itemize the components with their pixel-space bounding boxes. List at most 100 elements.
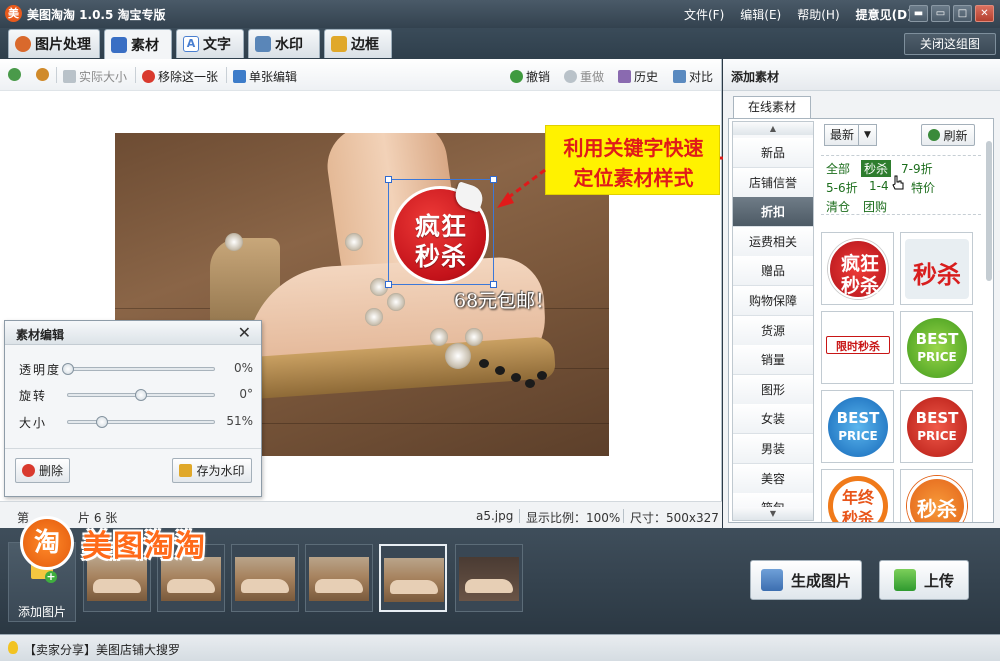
limited-time-sticker[interactable]: 限时秒杀 [821,311,894,384]
crazy-flash-sale-sticker[interactable]: 疯狂 秒杀 [821,232,894,305]
undo-button[interactable]: 撤销 [510,68,550,85]
category-item[interactable]: 美容 [733,463,813,494]
dialog-close-icon[interactable]: ✕ [238,323,251,342]
window-controls: ▬ ▭ □ ✕ [909,5,994,22]
sticker-text: PRICE [917,350,957,364]
menu-file[interactable]: 文件(F) [684,6,724,23]
category-item[interactable]: 男装 [733,434,813,464]
minimize-button[interactable]: ▭ [931,5,950,22]
menu-help[interactable]: 帮助(H) [797,6,839,23]
scrollbar-thumb[interactable] [986,141,992,281]
filter-flash-sale[interactable]: 秒杀 [861,160,892,177]
history-button[interactable]: 历史 [618,68,658,85]
tab-image-processing[interactable]: 图片处理 [8,29,100,58]
size-slider[interactable] [67,416,215,428]
zoom-in-button[interactable] [8,68,21,81]
size-slider-knob[interactable] [95,416,108,428]
thumbnail-5-selected[interactable] [379,544,447,612]
refresh-button[interactable]: 刷新 [921,124,975,146]
delete-button[interactable]: 删除 [15,458,70,483]
single-edit-label: 单张编辑 [249,70,298,84]
rotate-value: 0° [239,387,253,401]
rotate-slider-knob[interactable] [135,389,147,401]
sticker-badge: BEST PRICE [907,397,967,457]
flash-sale-orange-sticker[interactable]: 秒杀 [900,469,973,522]
tab-watermark[interactable]: 水印 [248,29,320,58]
skin-button[interactable]: ▬ [909,5,928,22]
maximize-button[interactable]: □ [953,5,972,22]
flash-sale-sticker[interactable]: 秒杀 [900,232,973,305]
best-price-red-sticker[interactable]: BEST PRICE [900,390,973,463]
save-watermark-button[interactable]: 存为水印 [172,458,252,483]
shoe-jewel [387,293,405,311]
category-item[interactable]: 赠品 [733,256,813,287]
title-bar: 美 美图淘淘 1.0.5 淘宝专版 文件(F) 编辑(E) 帮助(H) 提意见(… [0,0,1000,28]
thumbnail-4[interactable] [305,544,373,612]
rotate-slider[interactable] [67,389,215,401]
selection-box[interactable] [385,176,497,288]
filter-special-price[interactable]: 特价 [911,179,935,196]
opacity-slider[interactable] [62,363,215,375]
actual-size-button[interactable]: 实际大小 [63,68,127,85]
thumbnail-shoe [241,579,289,593]
category-item[interactable]: 销量 [733,345,813,376]
menu-edit[interactable]: 编辑(E) [740,6,781,23]
undo-icon [510,70,523,83]
tab-text[interactable]: A 文字 [176,29,244,58]
scroll-down-icon[interactable]: ▼ [733,507,813,520]
thumbnail-3[interactable] [231,544,299,612]
category-item[interactable]: 运费相关 [733,226,813,257]
close-window-button[interactable]: ✕ [975,5,994,22]
resize-handle[interactable] [490,176,497,183]
add-image-label: 添加图片 [17,605,66,619]
remove-one-button[interactable]: 移除这一张 [142,68,218,85]
compare-button[interactable]: 对比 [673,68,713,85]
filter-group-buy[interactable]: 团购 [863,198,887,215]
category-item[interactable]: 店铺信誉 [733,167,813,198]
resize-handle[interactable] [385,281,392,288]
category-list: ▲ 新品店铺信誉折扣运费相关赠品购物保障货源销量图形女装男装美容箱包 ▼ [732,121,814,521]
upload-button[interactable]: 上传 [879,560,969,600]
watermark-text[interactable]: 68元包邮！ [454,286,554,313]
filter-10-40-off[interactable]: 1-4 [869,179,889,193]
single-edit-button[interactable]: 单张编辑 [233,68,297,85]
best-price-green-sticker[interactable]: BEST PRICE [900,311,973,384]
opacity-slider-knob[interactable] [62,363,74,375]
category-item[interactable]: 女装 [733,404,813,435]
tab-frame[interactable]: 边框 [324,29,392,58]
category-item[interactable]: 购物保障 [733,286,813,316]
sticker-text: 秒杀 [840,275,879,297]
resize-handle[interactable] [385,176,392,183]
seller-share-link[interactable]: 【卖家分享】美图店铺大搜罗 [24,641,180,658]
filter-50-60-off[interactable]: 5-6折 [826,179,858,196]
redo-button[interactable]: 重做 [564,68,604,85]
generate-image-button[interactable]: 生成图片 [750,560,862,600]
shoe-jewel [365,308,383,326]
tab-label: 边框 [351,37,379,53]
scroll-up-icon[interactable]: ▲ [733,122,813,135]
thumbnail-6[interactable] [455,544,523,612]
category-item[interactable]: 折扣 [733,197,813,228]
brand-logo-icon: 淘 [20,516,74,570]
filter-clearance[interactable]: 清仓 [826,198,850,215]
dialog-titlebar[interactable]: 素材编辑 ✕ [5,321,261,345]
category-item[interactable]: 图形 [733,374,813,405]
sticker-text: BEST [836,409,880,427]
sort-dropdown[interactable]: 最新 ▼ [824,124,877,146]
filter-all[interactable]: 全部 [826,160,850,177]
tab-online-material[interactable]: 在线素材 [733,96,811,119]
thumbnail-shoe [315,579,363,593]
toolbar-divider [226,67,227,83]
category-item[interactable]: 新品 [733,138,813,168]
filter-70-90-off[interactable]: 7-9折 [901,160,933,177]
zoom-out-button[interactable] [36,68,49,81]
tab-material[interactable]: 素材 [104,29,172,59]
sticker-text: BEST [915,330,959,348]
menu-feedback[interactable]: 提意见(D) [856,6,913,23]
undo-label: 撤销 [526,70,551,84]
material-scrollbar[interactable] [986,121,992,521]
category-item[interactable]: 货源 [733,315,813,346]
best-price-blue-sticker[interactable]: BEST PRICE [821,390,894,463]
close-group-button[interactable]: 关闭这组图 [904,33,996,55]
year-end-sale-sticker[interactable]: 年终 秒杀 [821,469,894,522]
